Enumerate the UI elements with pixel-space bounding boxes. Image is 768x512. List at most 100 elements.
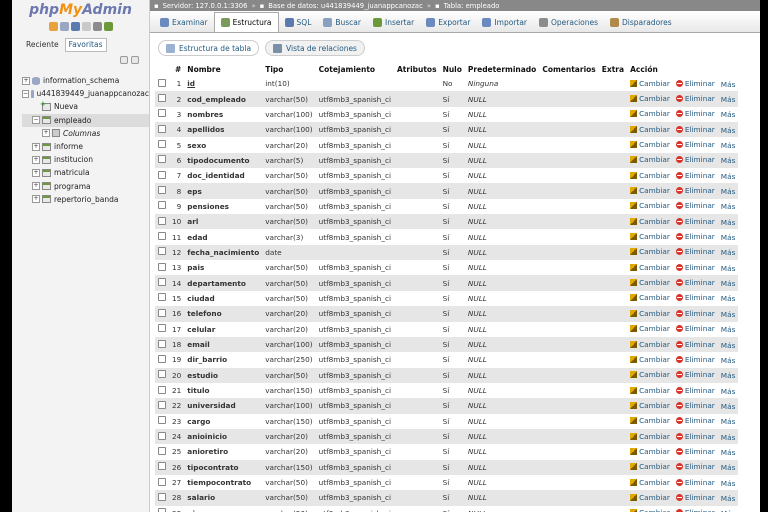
row-checkbox[interactable] bbox=[158, 293, 166, 302]
drop-action[interactable]: Eliminar bbox=[675, 309, 715, 318]
drop-action[interactable]: Eliminar bbox=[675, 462, 715, 471]
more-action[interactable]: Más bbox=[721, 387, 736, 396]
column-name[interactable]: dir_barrio bbox=[184, 352, 263, 368]
breadcrumb-database[interactable]: Base de datos: u441839449_juanappcanozac bbox=[268, 2, 423, 10]
column-name[interactable]: estudio bbox=[184, 367, 263, 383]
column-name[interactable]: cargo bbox=[184, 413, 263, 429]
home-icon[interactable] bbox=[48, 22, 58, 31]
change-action[interactable]: Cambiar bbox=[630, 186, 670, 195]
drop-action[interactable]: Eliminar bbox=[675, 247, 715, 256]
drop-action[interactable]: Eliminar bbox=[675, 386, 715, 395]
row-checkbox[interactable] bbox=[158, 78, 166, 87]
collapse-icon[interactable]: − bbox=[22, 89, 30, 98]
change-action[interactable]: Cambiar bbox=[630, 493, 670, 502]
column-name[interactable]: universidad bbox=[184, 398, 263, 414]
drop-action[interactable]: Eliminar bbox=[675, 293, 715, 302]
row-checkbox[interactable] bbox=[158, 308, 166, 317]
drop-action[interactable]: Eliminar bbox=[675, 201, 715, 210]
column-name[interactable]: pin bbox=[184, 505, 263, 512]
more-action[interactable]: Más bbox=[721, 264, 736, 273]
column-name[interactable]: email bbox=[184, 336, 263, 353]
drop-action[interactable]: Eliminar bbox=[675, 125, 715, 134]
drop-action[interactable]: Eliminar bbox=[675, 109, 715, 118]
column-name[interactable]: celular bbox=[184, 321, 263, 337]
expand-icon[interactable]: + bbox=[22, 76, 30, 85]
expand-icon[interactable]: + bbox=[32, 168, 40, 177]
row-checkbox[interactable] bbox=[158, 124, 166, 133]
change-action[interactable]: Cambiar bbox=[630, 416, 670, 425]
nav-tab-recent[interactable]: Reciente bbox=[22, 38, 63, 52]
change-action[interactable]: Cambiar bbox=[630, 278, 670, 287]
column-name[interactable]: fecha_nacimiento bbox=[184, 244, 263, 261]
tree-item-columnas[interactable]: + Columnas bbox=[22, 127, 149, 140]
column-name[interactable]: titulo bbox=[184, 382, 263, 399]
column-name[interactable]: nombres bbox=[184, 106, 263, 123]
change-action[interactable]: Cambiar bbox=[630, 232, 670, 241]
docs-icon[interactable] bbox=[70, 22, 80, 31]
change-action[interactable]: Cambiar bbox=[630, 508, 670, 512]
tree-item-information-schema[interactable]: + information_schema bbox=[22, 74, 149, 87]
more-action[interactable]: Más bbox=[721, 141, 736, 150]
change-action[interactable]: Cambiar bbox=[630, 109, 670, 118]
change-action[interactable]: Cambiar bbox=[630, 94, 670, 103]
column-name[interactable]: departamento bbox=[184, 275, 263, 291]
phpmyadmin-logo[interactable]: phpMyAdmin bbox=[12, 0, 149, 20]
collapse-all-icon[interactable] bbox=[120, 56, 128, 64]
tab-examinar[interactable]: Examinar bbox=[154, 12, 214, 32]
tab-operaciones[interactable]: Operaciones bbox=[533, 12, 604, 32]
row-checkbox[interactable] bbox=[158, 339, 166, 348]
row-checkbox[interactable] bbox=[158, 477, 166, 486]
change-action[interactable]: Cambiar bbox=[630, 125, 670, 134]
tree-item-repertorio-banda[interactable]: + repertorio_banda bbox=[22, 193, 149, 206]
change-action[interactable]: Cambiar bbox=[630, 370, 670, 379]
tree-item-u441839449-juanappcanozac[interactable]: − u441839449_juanappcanozac bbox=[22, 87, 149, 100]
drop-action[interactable]: Eliminar bbox=[675, 140, 715, 149]
column-name[interactable]: telefono bbox=[184, 306, 263, 322]
more-action[interactable]: Más bbox=[721, 80, 736, 89]
tree-item-programa[interactable]: + programa bbox=[22, 180, 149, 193]
more-action[interactable]: Más bbox=[721, 218, 736, 227]
column-name[interactable]: edad bbox=[184, 229, 263, 245]
tab-importar[interactable]: Importar bbox=[476, 12, 533, 32]
row-checkbox[interactable] bbox=[158, 94, 166, 103]
column-name[interactable]: eps bbox=[184, 183, 263, 199]
change-action[interactable]: Cambiar bbox=[630, 340, 670, 349]
more-action[interactable]: Más bbox=[721, 294, 736, 303]
more-action[interactable]: Más bbox=[721, 494, 736, 503]
more-action[interactable]: Más bbox=[721, 310, 736, 319]
column-name[interactable]: sexo bbox=[184, 137, 263, 153]
column-name[interactable]: pais bbox=[184, 260, 263, 276]
drop-action[interactable]: Eliminar bbox=[675, 155, 715, 164]
more-action[interactable]: Más bbox=[721, 95, 736, 104]
change-action[interactable]: Cambiar bbox=[630, 140, 670, 149]
tree-item-nueva[interactable]: Nueva bbox=[22, 100, 149, 113]
more-action[interactable]: Más bbox=[721, 479, 736, 488]
change-action[interactable]: Cambiar bbox=[630, 171, 670, 180]
tab-disparadores[interactable]: Disparadores bbox=[604, 12, 678, 32]
column-name[interactable]: arl bbox=[184, 214, 263, 230]
more-action[interactable]: Más bbox=[721, 371, 736, 380]
tab-estructura[interactable]: Estructura bbox=[213, 12, 279, 32]
column-name[interactable]: ciudad bbox=[184, 290, 263, 307]
change-action[interactable]: Cambiar bbox=[630, 386, 670, 395]
tree-item-empleado[interactable]: − empleado bbox=[22, 113, 149, 127]
row-checkbox[interactable] bbox=[158, 446, 166, 455]
breadcrumb-table[interactable]: Tabla: empleado bbox=[444, 2, 500, 10]
column-name[interactable]: tipocontrato bbox=[184, 459, 263, 475]
expand-icon[interactable]: + bbox=[32, 195, 40, 204]
more-action[interactable]: Más bbox=[721, 341, 736, 350]
column-name[interactable]: tipodocumento bbox=[184, 152, 263, 169]
drop-action[interactable]: Eliminar bbox=[675, 263, 715, 272]
row-checkbox[interactable] bbox=[158, 186, 166, 195]
settings-icon[interactable] bbox=[92, 22, 102, 31]
more-action[interactable]: Más bbox=[721, 448, 736, 457]
expand-icon[interactable]: + bbox=[32, 155, 40, 164]
tab-insertar[interactable]: Insertar bbox=[367, 12, 420, 32]
drop-action[interactable]: Eliminar bbox=[675, 340, 715, 349]
row-checkbox[interactable] bbox=[158, 109, 166, 118]
row-checkbox[interactable] bbox=[158, 492, 166, 501]
expand-icon[interactable]: + bbox=[32, 182, 40, 191]
column-name[interactable]: cod_empleado bbox=[184, 91, 263, 107]
drop-action[interactable]: Eliminar bbox=[675, 370, 715, 379]
row-checkbox[interactable] bbox=[158, 140, 166, 149]
